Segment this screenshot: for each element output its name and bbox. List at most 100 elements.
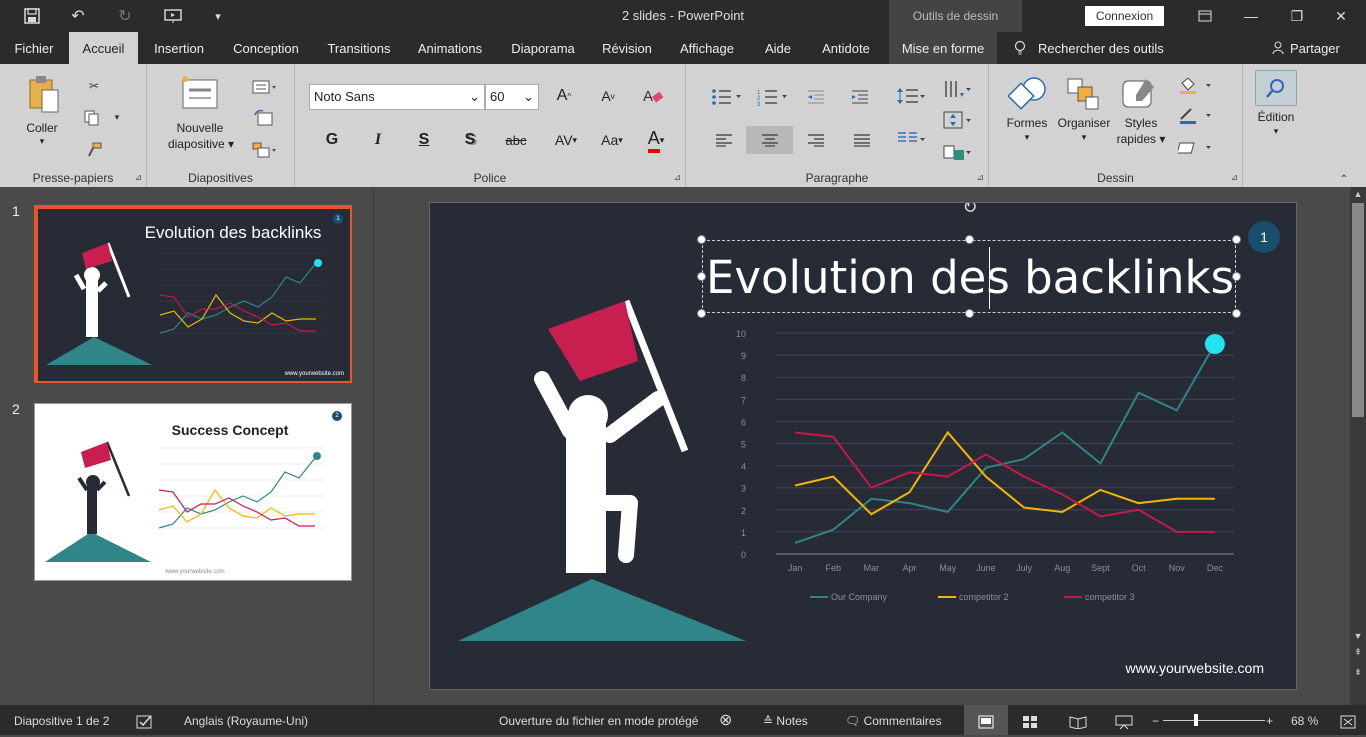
signin-button[interactable]: Connexion — [1085, 6, 1164, 26]
comments-button[interactable]: 🗨 Commentaires — [845, 705, 942, 735]
scroll-thumb[interactable] — [1352, 203, 1364, 417]
slide-counter[interactable]: Diapositive 1 de 2 — [14, 705, 109, 735]
bullets-icon[interactable] — [710, 86, 744, 108]
increase-indent-icon[interactable] — [848, 86, 872, 108]
zoom-thumb[interactable] — [1194, 714, 1198, 726]
arrange-dropdown-icon[interactable]: ▾ — [1055, 132, 1113, 143]
slide-sorter-icon[interactable] — [1022, 705, 1038, 735]
slide-title[interactable]: Evolution des backlinks — [703, 241, 1237, 314]
zoom-level[interactable]: 68 % — [1291, 705, 1318, 735]
zoom-in-icon[interactable]: + — [1266, 705, 1273, 735]
title-placeholder[interactable]: Evolution des backlinks — [702, 240, 1236, 313]
justify-icon[interactable] — [850, 130, 874, 150]
slide-thumbnail-1[interactable]: Evolution des backlinks 1 www.yourwebsit… — [34, 205, 352, 383]
change-case-button[interactable]: Aa▾ — [595, 126, 629, 154]
paragraph-launcher-icon[interactable]: ⊿ — [976, 172, 984, 183]
scroll-up-icon[interactable]: ▲ — [1352, 189, 1364, 201]
zoom-slider[interactable] — [1163, 705, 1265, 735]
tab-fichier[interactable]: Fichier — [0, 32, 68, 64]
text-direction-icon[interactable] — [940, 78, 974, 102]
copy-dropdown-icon[interactable]: ▾ — [110, 110, 124, 124]
tab-accueil[interactable]: Accueil — [69, 32, 138, 64]
paste-dropdown-icon[interactable]: ▾ — [14, 136, 70, 147]
resize-handle[interactable] — [965, 235, 974, 244]
find-icon[interactable] — [1255, 70, 1297, 106]
reading-view-icon[interactable] — [1069, 705, 1087, 735]
align-left-icon[interactable] — [712, 130, 736, 150]
ribbon-display-icon[interactable] — [1182, 0, 1228, 32]
new-slide-icon[interactable] — [181, 74, 219, 112]
layout-icon[interactable] — [251, 78, 279, 96]
editing-dropdown-icon[interactable]: ▾ — [1247, 126, 1305, 137]
shape-effects-icon[interactable] — [1177, 138, 1217, 158]
paste-icon[interactable] — [24, 74, 64, 114]
arrange-icon[interactable] — [1063, 74, 1103, 114]
font-size-select[interactable]: 60⌄ — [485, 84, 539, 110]
section-icon[interactable] — [251, 140, 279, 160]
italic-button[interactable]: I — [363, 126, 393, 154]
numbering-icon[interactable]: 123 — [756, 86, 790, 108]
cut-icon[interactable]: ✂ — [84, 76, 104, 96]
resize-handle[interactable] — [1232, 272, 1241, 281]
line-spacing-icon[interactable] — [894, 84, 928, 108]
rotate-handle-icon[interactable]: ↻ — [960, 202, 980, 217]
align-right-icon[interactable] — [804, 130, 828, 150]
shadow-button[interactable]: S — [455, 126, 485, 154]
reset-slide-icon[interactable] — [251, 108, 275, 128]
collapse-ribbon-icon[interactable]: ⌃ — [1336, 172, 1352, 186]
resize-handle[interactable] — [1232, 235, 1241, 244]
bold-button[interactable]: G — [317, 126, 347, 154]
shapes-icon[interactable] — [1007, 74, 1049, 114]
strikethrough-button[interactable]: abc — [501, 126, 531, 154]
tab-aide[interactable]: Aide — [754, 32, 802, 64]
tab-affichage[interactable]: Affichage — [670, 32, 744, 64]
font-color-button[interactable]: A▾ — [639, 126, 673, 154]
align-text-icon[interactable] — [940, 108, 974, 132]
search-tools-input[interactable]: Rechercher des outils adaptés — [1038, 32, 1208, 64]
minimize-icon[interactable]: — — [1228, 0, 1274, 32]
spellcheck-icon[interactable] — [136, 705, 154, 735]
shapes-dropdown-icon[interactable]: ▾ — [1001, 132, 1053, 143]
copy-icon[interactable] — [82, 108, 102, 128]
char-spacing-button[interactable]: AV▾ — [549, 126, 583, 154]
grow-font-icon[interactable]: A^ — [549, 82, 579, 110]
resize-handle[interactable] — [1232, 309, 1241, 318]
protected-close-icon[interactable]: ⊗ — [719, 705, 732, 735]
next-slide-icon[interactable]: ⇟ — [1352, 667, 1364, 679]
tab-mise-en-forme[interactable]: Mise en forme — [889, 32, 997, 64]
columns-icon[interactable] — [894, 128, 928, 150]
resize-handle[interactable] — [965, 309, 974, 318]
align-center-icon[interactable] — [746, 126, 793, 154]
fit-to-window-icon[interactable] — [1340, 705, 1356, 735]
resize-handle[interactable] — [697, 309, 706, 318]
font-name-select[interactable]: Noto Sans⌄ — [309, 84, 485, 110]
clipboard-launcher-icon[interactable]: ⊿ — [134, 172, 142, 183]
notes-button[interactable]: ≙ Notes — [763, 705, 808, 735]
previous-slide-icon[interactable]: ⇞ — [1352, 647, 1364, 659]
vertical-scrollbar[interactable]: ▲ ▼ ⇞ ⇟ — [1350, 187, 1366, 705]
close-icon[interactable]: ✕ — [1318, 0, 1364, 32]
tab-antidote[interactable]: Antidote — [812, 32, 880, 64]
normal-view-icon[interactable] — [964, 705, 1008, 735]
slideshow-view-icon[interactable] — [1115, 705, 1133, 735]
tab-conception[interactable]: Conception — [222, 32, 310, 64]
tab-revision[interactable]: Révision — [594, 32, 660, 64]
zoom-out-icon[interactable]: − — [1152, 705, 1159, 735]
tab-animations[interactable]: Animations — [408, 32, 492, 64]
restore-icon[interactable]: ❐ — [1274, 0, 1320, 32]
tab-diaporama[interactable]: Diaporama — [500, 32, 586, 64]
smartart-icon[interactable] — [940, 140, 974, 164]
quick-styles-label2[interactable]: rapides ▾ — [1109, 132, 1173, 146]
new-slide-label2[interactable]: diapositive ▾ — [161, 137, 241, 151]
tab-transitions[interactable]: Transitions — [318, 32, 400, 64]
quick-styles-icon[interactable] — [1119, 74, 1159, 114]
tab-insertion[interactable]: Insertion — [143, 32, 215, 64]
clear-formatting-icon[interactable]: A — [641, 84, 665, 108]
decrease-indent-icon[interactable] — [804, 86, 828, 108]
language-indicator[interactable]: Anglais (Royaume-Uni) — [184, 705, 308, 735]
shape-outline-icon[interactable] — [1177, 106, 1217, 126]
shape-fill-icon[interactable] — [1177, 76, 1217, 96]
resize-handle[interactable] — [697, 235, 706, 244]
underline-button[interactable]: S — [409, 126, 439, 154]
format-painter-icon[interactable] — [84, 140, 104, 160]
